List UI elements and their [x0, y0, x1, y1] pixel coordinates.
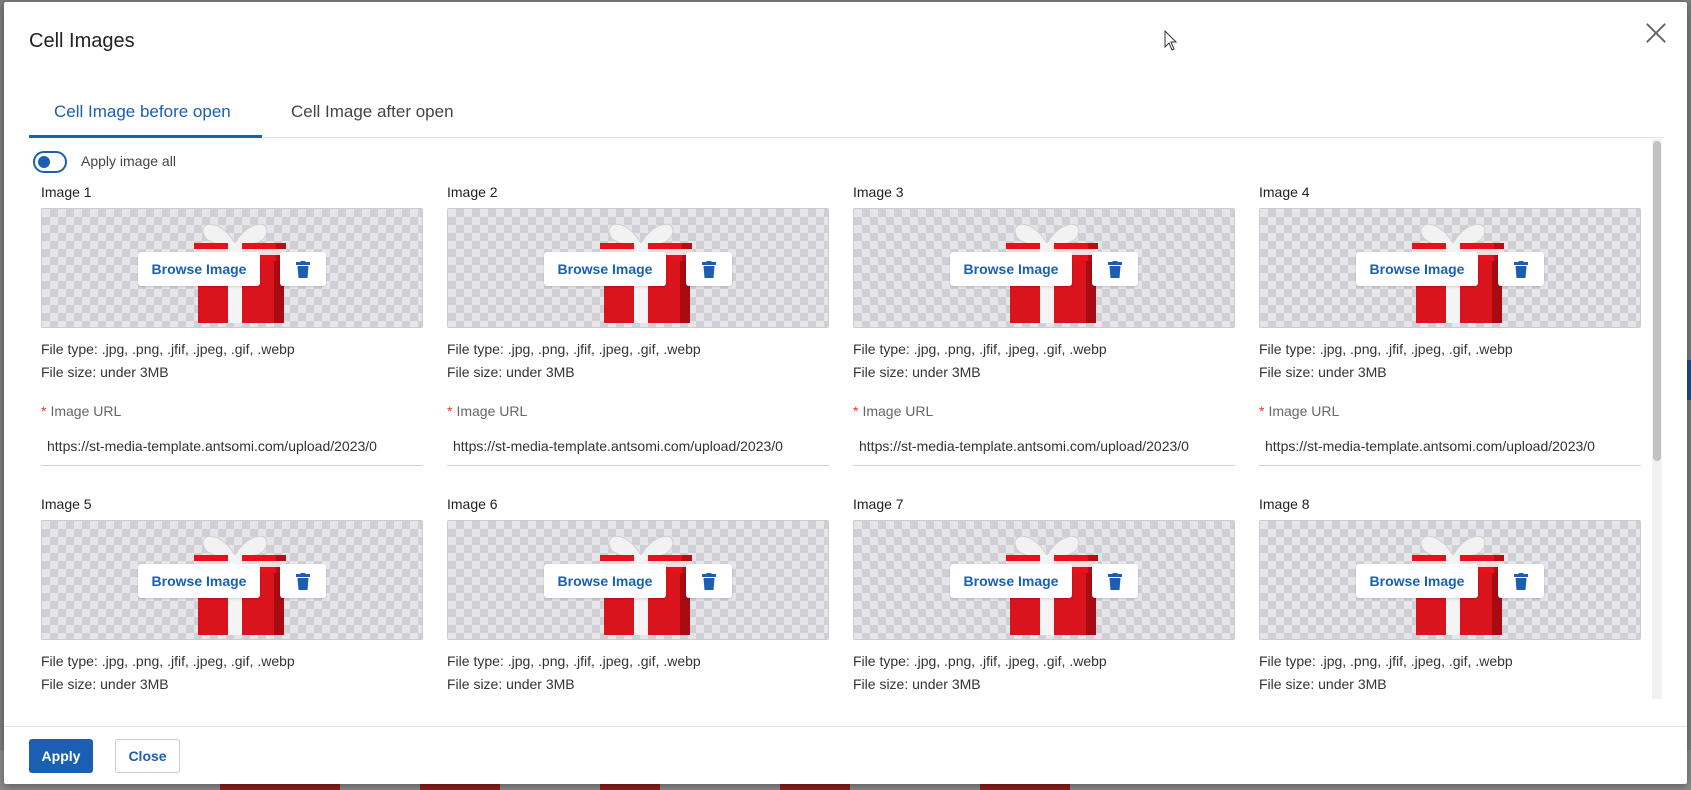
delete-image-button[interactable] — [1092, 564, 1138, 598]
image-url-label-text: Image URL — [456, 403, 528, 419]
browse-image-button[interactable]: Browse Image — [1356, 564, 1478, 598]
trash-icon — [702, 573, 716, 590]
tab-label: Cell Image before open — [54, 102, 231, 121]
image-label: Image 4 — [1259, 184, 1310, 200]
toggle-knob — [38, 156, 50, 168]
browse-image-button[interactable]: Browse Image — [544, 564, 666, 598]
image-url-label-text: Image URL — [50, 403, 122, 419]
trash-icon — [296, 573, 310, 590]
image-preview: Browse Image — [1259, 520, 1641, 640]
file-size-text: File size: under 3MB — [853, 364, 981, 380]
image-url-label-text: Image URL — [1268, 403, 1340, 419]
file-type-text: File type: .jpg, .png, .jfif, .jpeg, .gi… — [853, 653, 1107, 669]
tab-label: Cell Image after open — [291, 102, 454, 121]
trash-icon — [1108, 261, 1122, 278]
apply-all-label: Apply image all — [81, 153, 176, 169]
browse-image-button[interactable]: Browse Image — [950, 564, 1072, 598]
file-type-text: File type: .jpg, .png, .jfif, .jpeg, .gi… — [41, 341, 295, 357]
file-size-text: File size: under 3MB — [41, 676, 169, 692]
delete-image-button[interactable] — [280, 564, 326, 598]
required-asterisk: * — [447, 403, 453, 419]
browse-image-button[interactable]: Browse Image — [950, 252, 1072, 286]
tab-after-open[interactable]: Cell Image after open — [291, 88, 491, 138]
browse-image-button[interactable]: Browse Image — [1356, 252, 1478, 286]
close-button[interactable]: Close — [115, 739, 180, 773]
file-type-text: File type: .jpg, .png, .jfif, .jpeg, .gi… — [447, 341, 701, 357]
browse-image-button[interactable]: Browse Image — [138, 564, 260, 598]
trash-icon — [1108, 573, 1122, 590]
image-label: Image 3 — [853, 184, 904, 200]
content-scrollbar[interactable] — [1652, 139, 1662, 699]
image-url-label: * Image URL — [853, 403, 933, 419]
trash-icon — [1514, 573, 1528, 590]
image-grid-panel: Apply image all Image 1 Browse Image Fil… — [29, 139, 1669, 699]
tab-bar: Cell Image before open Cell Image after … — [29, 88, 1664, 138]
image-preview: Browse Image — [853, 520, 1235, 640]
image-preview: Browse Image — [41, 208, 423, 328]
trash-icon — [296, 261, 310, 278]
image-url-input[interactable] — [853, 426, 1235, 466]
image-label: Image 1 — [41, 184, 92, 200]
close-icon[interactable] — [1643, 20, 1669, 46]
image-preview: Browse Image — [41, 520, 423, 640]
image-label: Image 2 — [447, 184, 498, 200]
file-type-text: File type: .jpg, .png, .jfif, .jpeg, .gi… — [447, 653, 701, 669]
image-url-label: * Image URL — [41, 403, 121, 419]
dialog-footer: Apply Close — [4, 726, 1687, 784]
image-label: Image 7 — [853, 496, 904, 512]
trash-icon — [702, 261, 716, 278]
browse-image-button[interactable]: Browse Image — [138, 252, 260, 286]
delete-image-button[interactable] — [1498, 252, 1544, 286]
file-size-text: File size: under 3MB — [447, 676, 575, 692]
cell-images-dialog: Cell Images Cell Image before open Cell … — [4, 2, 1687, 784]
image-label: Image 8 — [1259, 496, 1310, 512]
file-type-text: File type: .jpg, .png, .jfif, .jpeg, .gi… — [1259, 653, 1513, 669]
image-label: Image 5 — [41, 496, 92, 512]
image-url-label: * Image URL — [447, 403, 527, 419]
browse-image-button[interactable]: Browse Image — [544, 252, 666, 286]
file-size-text: File size: under 3MB — [447, 364, 575, 380]
file-size-text: File size: under 3MB — [1259, 676, 1387, 692]
image-url-input[interactable] — [1259, 426, 1641, 466]
image-preview: Browse Image — [447, 520, 829, 640]
delete-image-button[interactable] — [686, 252, 732, 286]
required-asterisk: * — [853, 403, 859, 419]
tab-before-open[interactable]: Cell Image before open — [29, 88, 262, 138]
image-url-input[interactable] — [41, 426, 423, 466]
required-asterisk: * — [1259, 403, 1265, 419]
file-type-text: File type: .jpg, .png, .jfif, .jpeg, .gi… — [41, 653, 295, 669]
file-type-text: File type: .jpg, .png, .jfif, .jpeg, .gi… — [853, 341, 1107, 357]
image-preview: Browse Image — [853, 208, 1235, 328]
image-preview: Browse Image — [1259, 208, 1641, 328]
image-url-input[interactable] — [447, 426, 829, 466]
apply-button[interactable]: Apply — [29, 739, 93, 773]
image-url-label-text: Image URL — [862, 403, 934, 419]
required-asterisk: * — [41, 403, 47, 419]
image-url-label: * Image URL — [1259, 403, 1339, 419]
delete-image-button[interactable] — [1498, 564, 1544, 598]
trash-icon — [1514, 261, 1528, 278]
apply-all-toggle[interactable] — [33, 151, 67, 173]
file-type-text: File type: .jpg, .png, .jfif, .jpeg, .gi… — [1259, 341, 1513, 357]
file-size-text: File size: under 3MB — [41, 364, 169, 380]
delete-image-button[interactable] — [686, 564, 732, 598]
delete-image-button[interactable] — [1092, 252, 1138, 286]
image-preview: Browse Image — [447, 208, 829, 328]
dialog-title: Cell Images — [29, 30, 135, 52]
scrollbar-thumb[interactable] — [1653, 141, 1661, 461]
image-label: Image 6 — [447, 496, 498, 512]
delete-image-button[interactable] — [280, 252, 326, 286]
file-size-text: File size: under 3MB — [853, 676, 981, 692]
mouse-pointer-icon — [1164, 30, 1178, 51]
file-size-text: File size: under 3MB — [1259, 364, 1387, 380]
